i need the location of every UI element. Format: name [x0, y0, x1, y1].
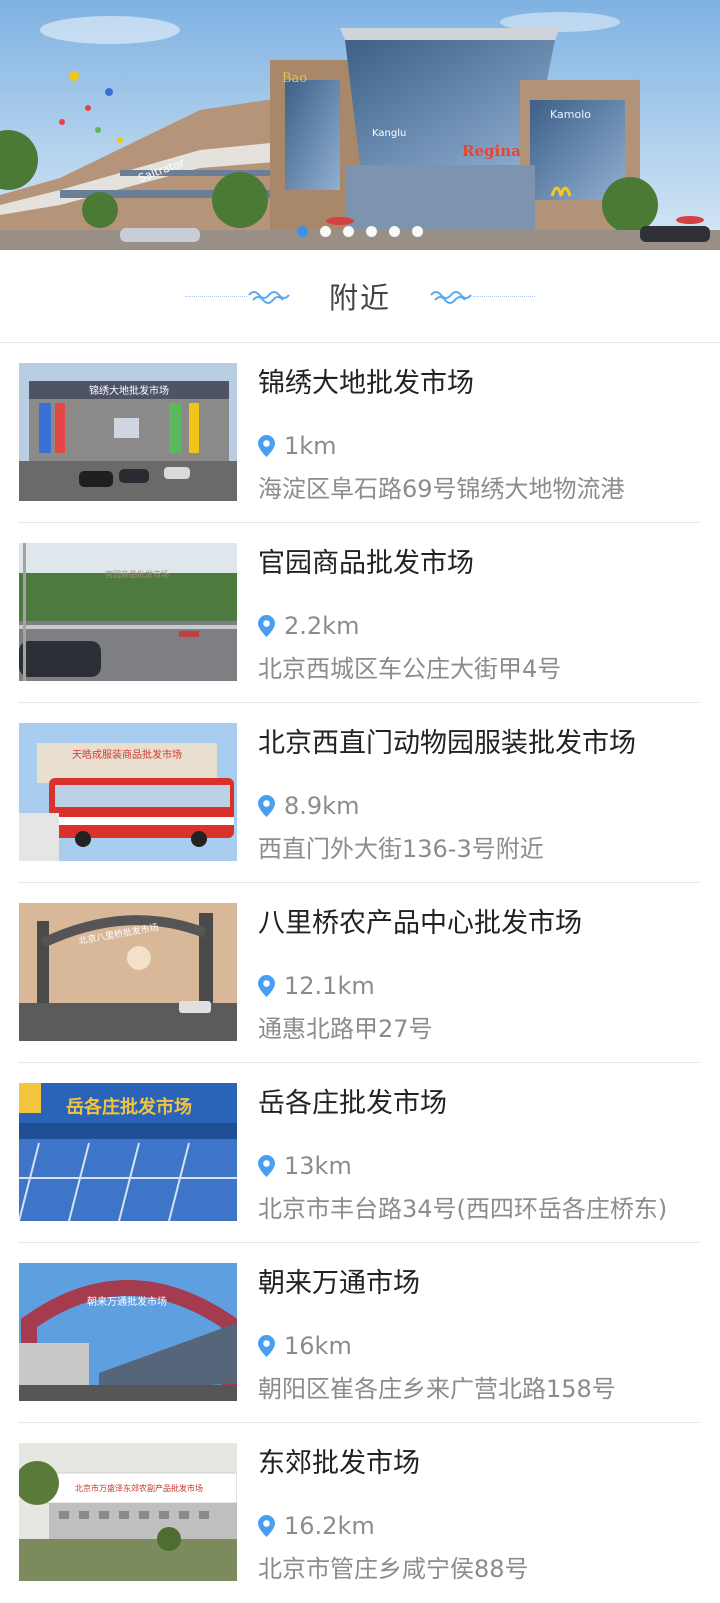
- location-pin-icon: [258, 1515, 275, 1537]
- distance-text: 1km: [284, 432, 337, 460]
- svg-text:岳各庄批发市场: 岳各庄批发市场: [66, 1096, 192, 1118]
- wave-icon: [248, 291, 290, 304]
- address-text: 通惠北路甲27号: [258, 1015, 433, 1043]
- list-item[interactable]: 北京市万盛泽东郊农副产品批发市场 东郊批发市场 16.2km 北京市管庄乡咸宁侯…: [0, 1423, 720, 1603]
- address-text: 北京市丰台路34号(西四环岳各庄桥东): [258, 1195, 668, 1223]
- svg-text:天皓成服装商品批发市场: 天皓成服装商品批发市场: [72, 748, 182, 761]
- divider-line: [473, 295, 535, 297]
- location-pin-icon: [258, 615, 275, 637]
- svg-text:朝来万通批发市场: 朝来万通批发市场: [87, 1295, 167, 1308]
- distance-row: 13km: [258, 1151, 352, 1181]
- title-decoration-left: [184, 287, 291, 305]
- location-pin-icon: [258, 435, 275, 457]
- market-name[interactable]: 北京西直门动物园服装批发市场: [258, 721, 636, 760]
- list-item[interactable]: 岳各庄批发市场 岳各庄批发市场 13km 北京市丰台路34号(西四环岳各庄桥东): [0, 1063, 720, 1243]
- svg-text:Kanglu: Kanglu: [372, 128, 406, 139]
- carousel-dot[interactable]: [412, 226, 423, 237]
- location-pin-icon: [258, 1155, 275, 1177]
- hero-banner[interactable]: Bao Saltrator Kanglu Kamolo Regina: [0, 0, 720, 250]
- section-header: 附近: [0, 250, 720, 343]
- list-item[interactable]: 天皓成服装商品批发市场 北京西直门动物园服装批发市场 8.9km 西直门外大街1…: [0, 703, 720, 883]
- list-item[interactable]: 官园商品批发市场 官园商品批发市场 2.2km 北京西城区车公庄大街甲4号: [0, 523, 720, 703]
- distance-text: 16.2km: [284, 1512, 375, 1540]
- market-thumbnail[interactable]: 官园商品批发市场: [19, 543, 237, 681]
- distance-row: 1km: [258, 431, 337, 461]
- market-name[interactable]: 东郊批发市场: [258, 1441, 420, 1480]
- svg-text:Kamolo: Kamolo: [550, 108, 591, 121]
- market-thumbnail[interactable]: 北京市万盛泽东郊农副产品批发市场: [19, 1443, 237, 1581]
- list-item[interactable]: 朝来万通批发市场 朝来万通市场 16km 朝阳区崔各庄乡来广营北路158号: [0, 1243, 720, 1423]
- market-thumbnail[interactable]: 北京八里桥批发市场: [19, 903, 237, 1041]
- market-name[interactable]: 岳各庄批发市场: [258, 1081, 447, 1120]
- location-pin-icon: [258, 795, 275, 817]
- market-name[interactable]: 锦绣大地批发市场: [258, 361, 474, 400]
- carousel-dot[interactable]: [366, 226, 377, 237]
- distance-text: 16km: [284, 1332, 352, 1360]
- address-text: 西直门外大街136-3号附近: [258, 835, 544, 863]
- distance-row: 16km: [258, 1331, 352, 1361]
- distance-row: 16.2km: [258, 1511, 375, 1541]
- svg-text:官园商品批发市场: 官园商品批发市场: [105, 569, 169, 579]
- market-thumbnail[interactable]: 天皓成服装商品批发市场: [19, 723, 237, 861]
- carousel-dot[interactable]: [297, 226, 308, 237]
- carousel-dot[interactable]: [343, 226, 354, 237]
- carousel-dot[interactable]: [320, 226, 331, 237]
- svg-text:Regina: Regina: [462, 142, 521, 160]
- distance-text: 12.1km: [284, 972, 375, 1000]
- market-name[interactable]: 官园商品批发市场: [258, 541, 474, 580]
- distance-text: 2.2km: [284, 612, 360, 640]
- svg-text:锦绣大地批发市场: 锦绣大地批发市场: [89, 384, 169, 397]
- market-name[interactable]: 朝来万通市场: [258, 1261, 420, 1300]
- address-text: 北京市管庄乡咸宁侯88号: [258, 1555, 529, 1583]
- banner-image: Bao Saltrator Kanglu Kamolo Regina: [0, 0, 720, 250]
- address-text: 朝阳区崔各庄乡来广营北路158号: [258, 1375, 616, 1403]
- list-item[interactable]: 北京八里桥批发市场 八里桥农产品中心批发市场 12.1km 通惠北路甲27号: [0, 883, 720, 1063]
- divider-line: [184, 295, 247, 297]
- address-text: 海淀区阜石路69号锦绣大地物流港: [258, 475, 625, 503]
- title-decoration-right: [429, 287, 535, 305]
- market-list: 锦绣大地批发市场 锦绣大地批发市场 1km 海淀区阜石路69号锦绣大地物流港 官…: [0, 343, 720, 1603]
- market-thumbnail[interactable]: 朝来万通批发市场: [19, 1263, 237, 1401]
- market-thumbnail[interactable]: 锦绣大地批发市场: [19, 363, 237, 501]
- list-item[interactable]: 锦绣大地批发市场 锦绣大地批发市场 1km 海淀区阜石路69号锦绣大地物流港: [0, 343, 720, 523]
- location-pin-icon: [258, 975, 275, 997]
- distance-text: 13km: [284, 1152, 352, 1180]
- distance-row: 2.2km: [258, 611, 359, 641]
- location-pin-icon: [258, 1335, 275, 1357]
- svg-text:Bao: Bao: [282, 71, 307, 86]
- address-text: 北京西城区车公庄大街甲4号: [258, 655, 562, 683]
- carousel-indicators[interactable]: [0, 226, 720, 237]
- market-thumbnail[interactable]: 岳各庄批发市场: [19, 1083, 237, 1221]
- distance-row: 8.9km: [258, 791, 359, 821]
- distance-row: 12.1km: [258, 971, 375, 1001]
- market-name[interactable]: 八里桥农产品中心批发市场: [258, 901, 582, 940]
- wave-icon: [430, 291, 472, 304]
- carousel-dot[interactable]: [389, 226, 400, 237]
- section-title: 附近: [328, 281, 391, 315]
- svg-text:北京市万盛泽东郊农副产品批发市场: 北京市万盛泽东郊农副产品批发市场: [75, 1483, 203, 1493]
- distance-text: 8.9km: [284, 792, 360, 820]
